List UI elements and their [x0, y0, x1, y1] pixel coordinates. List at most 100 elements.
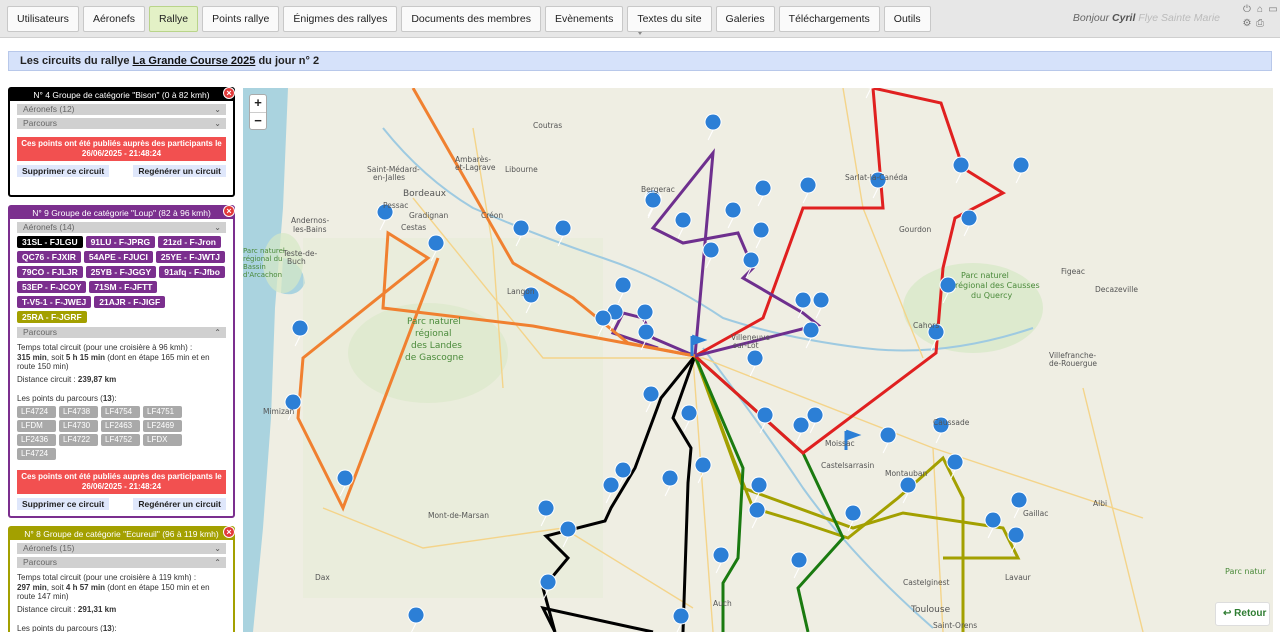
aircraft-chip[interactable]: 21AJR - F-JIGF — [94, 296, 166, 308]
aircraft-accordion[interactable]: Aéronefs (14) ⌄ — [17, 222, 226, 233]
aircraft-accordion[interactable]: Aéronefs (15) ⌄ — [17, 543, 226, 554]
waypoint-icon[interactable] — [792, 416, 810, 444]
back-arrow-icon: ↩ — [1223, 608, 1232, 619]
waypoint-icon[interactable] — [806, 406, 824, 434]
waypoint-icon[interactable] — [724, 201, 742, 229]
aircraft-chip[interactable]: T-V5-1 - F-JWEJ — [17, 296, 92, 308]
route-point[interactable]: LF4722 — [59, 433, 98, 446]
close-icon[interactable]: × — [223, 526, 235, 538]
aircraft-chip[interactable]: 71SM - F-JFTT — [89, 281, 158, 293]
circuit-box-ecureuil: N° 8 Groupe de catégorie "Ecureuil" (96 … — [8, 526, 235, 632]
aircraft-chip[interactable]: 91afq - F-Jfbo — [159, 266, 225, 278]
tab-outils[interactable]: Outils — [883, 6, 931, 32]
route-point[interactable]: LF2469 — [143, 419, 182, 432]
waypoint-icon[interactable] — [812, 291, 830, 319]
waypoint-icon[interactable] — [750, 476, 768, 504]
tab-telechargements[interactable]: Téléchargements — [778, 6, 880, 32]
waypoint-icon[interactable] — [674, 211, 692, 239]
waypoint-icon[interactable] — [756, 406, 774, 434]
waypoint-icon[interactable] — [754, 179, 772, 207]
svg-text:sur-Lot: sur-Lot — [733, 341, 759, 350]
route-point[interactable]: LF4751 — [143, 405, 182, 418]
route-point[interactable]: LF4724 — [17, 447, 56, 460]
waypoint-icon[interactable] — [712, 546, 730, 574]
settings-icon[interactable]: ⚙ — [1242, 19, 1252, 29]
route-point[interactable]: LFDM — [17, 419, 56, 432]
aircraft-chip[interactable]: 91LU - F-JPRG — [85, 236, 156, 248]
waypoint-icon[interactable] — [614, 276, 632, 304]
close-icon[interactable]: × — [223, 205, 235, 217]
waypoint-icon[interactable] — [946, 453, 964, 481]
aircraft-chip[interactable]: QC76 - FJXIR — [17, 251, 81, 263]
route-point[interactable]: LF4738 — [59, 405, 98, 418]
close-icon[interactable]: × — [223, 87, 235, 99]
tab-evenements[interactable]: Evènements — [544, 6, 624, 32]
points-label: Les points du parcours ( — [17, 394, 103, 403]
tab-galeries[interactable]: Galeries — [715, 6, 775, 32]
route-point[interactable]: LF4730 — [59, 419, 98, 432]
waypoint-icon[interactable] — [984, 511, 1002, 539]
route-point[interactable]: LF4754 — [101, 405, 140, 418]
chevron-up-icon: ⌃ — [214, 558, 221, 567]
rally-link[interactable]: La Grande Course 2025 — [133, 55, 256, 67]
home-icon[interactable]: ⌂ — [1255, 5, 1265, 15]
route-point[interactable]: LF2463 — [101, 419, 140, 432]
waypoint-icon[interactable] — [680, 404, 698, 432]
map-canvas[interactable]: Coutras Saint-Médard- en-Jalles Ambarès-… — [243, 88, 1273, 632]
waypoint-icon[interactable] — [672, 607, 690, 632]
aircraft-chip[interactable]: 54APE - FJUCI — [83, 251, 153, 263]
back-button[interactable]: ↩ Retour — [1215, 602, 1270, 626]
waypoint-icon[interactable] — [1012, 156, 1030, 184]
delete-circuit-button[interactable]: Supprimer ce circuit — [17, 497, 110, 510]
waypoint-icon[interactable] — [879, 426, 897, 454]
aircraft-accordion[interactable]: Aéronefs (12) ⌄ — [17, 104, 226, 115]
route-accordion[interactable]: Parcours ⌃ — [17, 557, 226, 568]
zoom-out-button[interactable]: − — [250, 112, 266, 129]
print-icon[interactable]: ⎙ — [1255, 19, 1265, 29]
route-point[interactable]: LFDX — [143, 433, 182, 446]
waypoint-icon[interactable] — [694, 456, 712, 484]
tab-aeronefs[interactable]: Aéronefs — [82, 6, 145, 32]
laptop-icon[interactable]: ▭ — [1268, 5, 1278, 15]
waypoint-icon[interactable] — [746, 349, 764, 377]
delete-circuit-button[interactable]: Supprimer ce circuit — [17, 165, 110, 177]
waypoint-icon[interactable] — [702, 241, 720, 269]
tab-utilisateurs[interactable]: Utilisateurs — [7, 6, 79, 32]
power-icon[interactable]: ⏻ — [1242, 5, 1252, 15]
tab-textes[interactable]: Textes du site — [627, 6, 712, 32]
aircraft-chip[interactable]: 25YB - F-JGGY — [85, 266, 157, 278]
waypoint-icon[interactable] — [799, 176, 817, 204]
aircraft-chip[interactable]: 25YE - F-JWTJ — [155, 251, 225, 263]
waypoint-icon[interactable] — [790, 551, 808, 579]
tab-rallye[interactable]: Rallye — [148, 6, 199, 32]
waypoint-icon[interactable] — [644, 191, 662, 219]
regenerate-circuit-button[interactable]: Regénérer un circuit — [133, 497, 226, 510]
route-accordion[interactable]: Parcours ⌃ — [17, 327, 226, 338]
aircraft-chip[interactable]: 25RA - F-JGRF — [17, 311, 87, 323]
waypoint-icon[interactable] — [407, 606, 425, 632]
aircraft-chip[interactable]: 31SL - FJLGU — [17, 236, 83, 248]
route-point[interactable]: LF2436 — [17, 433, 56, 446]
map-svg: Coutras Saint-Médard- en-Jalles Ambarès-… — [243, 88, 1267, 632]
svg-text:Gaillac: Gaillac — [1023, 509, 1048, 518]
route-accordion[interactable]: Parcours ⌄ — [17, 118, 226, 129]
route-point[interactable]: LF4752 — [101, 433, 140, 446]
tab-documents[interactable]: Documents des membres — [401, 6, 541, 32]
waypoint-icon[interactable] — [661, 469, 679, 497]
waypoint-icon[interactable] — [1007, 526, 1025, 554]
waypoint-icon[interactable] — [802, 321, 820, 349]
waypoint-icon[interactable] — [952, 156, 970, 184]
aircraft-chip[interactable]: 53EP - F-JCOY — [17, 281, 87, 293]
waypoint-icon[interactable] — [899, 476, 917, 504]
regenerate-circuit-button[interactable]: Regénérer un circuit — [133, 165, 226, 177]
tab-enigmes[interactable]: Énigmes des rallyes — [283, 6, 398, 32]
waypoint-icon[interactable] — [960, 209, 978, 237]
tab-points-rallye[interactable]: Points rallye — [202, 6, 280, 32]
waypoint-icon[interactable] — [752, 221, 770, 249]
waypoint-icon[interactable] — [704, 113, 722, 141]
waypoint-icon[interactable] — [748, 501, 766, 529]
aircraft-chip[interactable]: 79CO - FJLJR — [17, 266, 83, 278]
route-point[interactable]: LF4724 — [17, 405, 56, 418]
aircraft-chip[interactable]: 21zd - F-Jron — [158, 236, 221, 248]
zoom-in-button[interactable]: + — [250, 95, 266, 112]
